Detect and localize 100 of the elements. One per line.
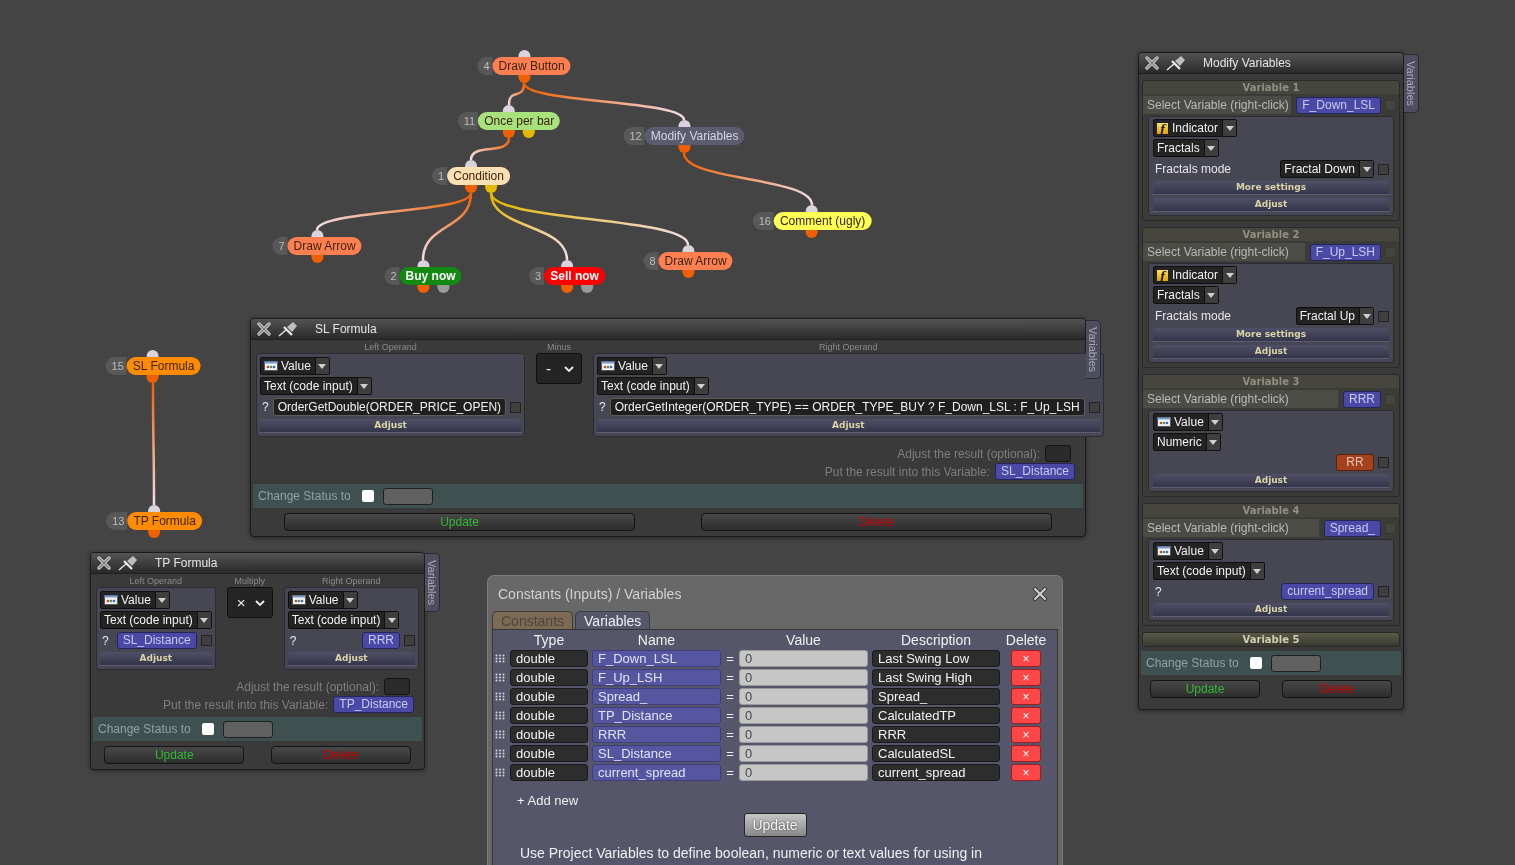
adjust-result-field[interactable] bbox=[384, 678, 410, 695]
input-port-icon[interactable] bbox=[148, 505, 160, 512]
value-field[interactable]: 0 bbox=[739, 707, 868, 724]
panel-button[interactable]: Adjust bbox=[1153, 198, 1389, 212]
pin-icon[interactable] bbox=[118, 555, 138, 571]
checkbox[interactable] bbox=[200, 635, 212, 646]
input-port-icon[interactable] bbox=[417, 260, 429, 267]
variable-chip[interactable]: TP_Distance bbox=[333, 696, 414, 713]
panel-button[interactable]: Adjust bbox=[1153, 603, 1389, 617]
checkbox[interactable] bbox=[510, 401, 522, 413]
value-field[interactable]: 0 bbox=[739, 726, 868, 743]
constant-chip[interactable]: RR bbox=[1336, 454, 1374, 471]
update-button[interactable]: Update bbox=[1149, 680, 1261, 698]
type-field[interactable]: double bbox=[510, 669, 588, 686]
node-label[interactable]: TP Formula bbox=[127, 512, 202, 530]
type-dropdown[interactable]: Fractals bbox=[1153, 286, 1219, 304]
update-button[interactable]: Update bbox=[284, 513, 635, 531]
type-dropdown[interactable]: Text (code input) bbox=[1153, 562, 1265, 580]
output-port-icon[interactable] bbox=[806, 230, 818, 238]
drag-handle-icon[interactable] bbox=[495, 654, 505, 663]
output-port-icon[interactable] bbox=[523, 130, 535, 138]
delete-button[interactable]: × bbox=[1011, 745, 1041, 762]
node-label[interactable]: Draw Arrow bbox=[658, 252, 733, 270]
mode-dropdown[interactable]: Fractal Down bbox=[1280, 160, 1374, 178]
operator-select[interactable]: - bbox=[536, 353, 583, 384]
panel-button[interactable]: Adjust bbox=[597, 419, 1100, 433]
status-field[interactable] bbox=[383, 487, 433, 505]
tab[interactable]: Variables bbox=[575, 611, 651, 629]
source-dropdown[interactable]: Value bbox=[260, 357, 330, 375]
side-tab[interactable]: Variables bbox=[1086, 320, 1101, 380]
source-dropdown[interactable]: f Indicator bbox=[1153, 119, 1238, 137]
output-port-icon[interactable] bbox=[148, 530, 160, 538]
name-field[interactable]: current_spread bbox=[592, 764, 721, 781]
panel-button[interactable]: Adjust bbox=[1153, 345, 1389, 359]
input-port-icon[interactable] bbox=[806, 205, 818, 212]
drag-handle-icon[interactable] bbox=[495, 768, 505, 777]
source-dropdown[interactable]: Value bbox=[597, 357, 667, 375]
input-port-icon[interactable] bbox=[678, 120, 690, 127]
side-tab[interactable]: Variables bbox=[425, 553, 440, 613]
input-port-icon[interactable] bbox=[465, 160, 477, 167]
side-tab[interactable]: Variables bbox=[1404, 54, 1419, 114]
delete-button[interactable]: × bbox=[1011, 764, 1041, 781]
panel-button[interactable]: More settings bbox=[1153, 328, 1389, 342]
delete-button[interactable]: × bbox=[1011, 707, 1041, 724]
type-dropdown[interactable]: Text (code input) bbox=[100, 611, 212, 629]
node-label[interactable]: Comment (ugly) bbox=[773, 212, 872, 230]
pin-icon[interactable] bbox=[1166, 55, 1186, 71]
output-port-icon[interactable] bbox=[581, 285, 593, 293]
variable-chip[interactable]: F_Up_LSH bbox=[1309, 243, 1381, 261]
output-port-icon[interactable] bbox=[311, 255, 323, 263]
input-port-icon[interactable] bbox=[682, 245, 694, 252]
description-field[interactable]: current_spread bbox=[872, 764, 1000, 781]
delete-button[interactable]: × bbox=[1011, 726, 1041, 743]
value-field[interactable]: 0 bbox=[739, 688, 868, 705]
description-field[interactable]: Spread_ bbox=[872, 688, 1000, 705]
name-field[interactable]: F_Up_LSH bbox=[592, 669, 721, 686]
name-field[interactable]: SL_Distance bbox=[592, 745, 721, 762]
node-label[interactable]: Sell now bbox=[544, 267, 605, 285]
drag-handle-icon[interactable] bbox=[495, 692, 505, 701]
description-field[interactable]: Last Swing Low bbox=[872, 650, 1000, 667]
add-new-link[interactable]: + Add new bbox=[517, 793, 579, 809]
value-field[interactable]: 0 bbox=[739, 745, 868, 762]
delete-button[interactable]: × bbox=[1011, 688, 1041, 705]
output-port-icon[interactable] bbox=[561, 285, 573, 293]
output-port-icon[interactable] bbox=[678, 145, 690, 153]
source-dropdown[interactable]: Value bbox=[1153, 413, 1223, 431]
output-port-icon[interactable] bbox=[682, 270, 694, 278]
input-port-icon[interactable] bbox=[518, 50, 530, 57]
status-field[interactable] bbox=[223, 720, 273, 738]
update-button[interactable]: Update bbox=[104, 746, 245, 764]
variable-chip[interactable]: F_Down_LSL bbox=[1296, 96, 1381, 114]
type-field[interactable]: double bbox=[510, 726, 588, 743]
description-field[interactable]: RRR bbox=[872, 726, 1000, 743]
node-label[interactable]: Modify Variables bbox=[644, 127, 745, 145]
type-field[interactable]: double bbox=[510, 707, 588, 724]
description-field[interactable]: CalculatedTP bbox=[872, 707, 1000, 724]
name-field[interactable]: TP_Distance bbox=[592, 707, 721, 724]
type-dropdown[interactable]: Text (code input) bbox=[260, 377, 372, 395]
type-field[interactable]: double bbox=[510, 688, 588, 705]
type-field[interactable]: double bbox=[510, 745, 588, 762]
source-dropdown[interactable]: Value bbox=[100, 591, 170, 609]
type-dropdown[interactable]: Fractals bbox=[1153, 139, 1219, 157]
panel-button[interactable]: Adjust bbox=[287, 652, 415, 666]
output-port-icon[interactable] bbox=[465, 185, 477, 193]
name-field[interactable]: RRR bbox=[592, 726, 721, 743]
panel-button[interactable]: Adjust bbox=[260, 419, 522, 433]
description-field[interactable]: CalculatedSL bbox=[872, 745, 1000, 762]
name-field[interactable]: F_Down_LSL bbox=[592, 650, 721, 667]
value-field[interactable]: 0 bbox=[739, 764, 868, 781]
name-field[interactable]: Spread_ bbox=[592, 688, 721, 705]
output-port-icon[interactable] bbox=[518, 75, 530, 83]
close-icon[interactable] bbox=[97, 556, 111, 570]
value-field[interactable]: 0 bbox=[739, 650, 868, 667]
node-label[interactable]: Buy now bbox=[399, 267, 462, 285]
checkbox[interactable] bbox=[1378, 310, 1389, 322]
value-field[interactable]: 0 bbox=[739, 669, 868, 686]
type-dropdown[interactable]: Text (code input) bbox=[597, 377, 709, 395]
variable-chip[interactable]: SL_Distance bbox=[994, 463, 1075, 480]
node-label[interactable]: Draw Button bbox=[492, 57, 571, 75]
node-label[interactable]: Once per bar bbox=[478, 112, 561, 130]
